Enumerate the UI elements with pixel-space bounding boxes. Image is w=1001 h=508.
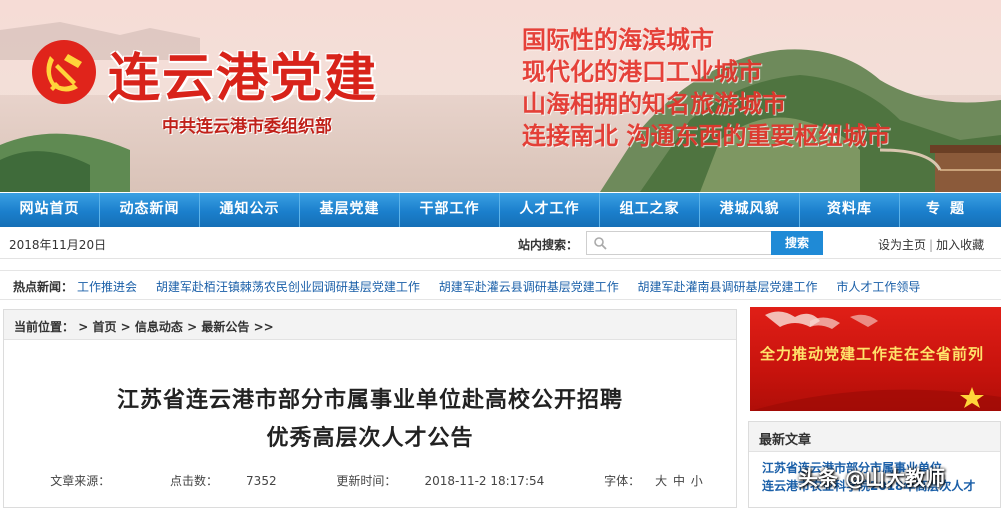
breadcrumb-end: >>: [253, 320, 274, 334]
watermark: 头条 @山大教师: [798, 466, 945, 490]
clicks-label: 点击数：: [170, 474, 219, 488]
breadcrumb: 当前位置： > 首页 > 信息动态 > 最新公告 >>: [4, 310, 736, 340]
search-input[interactable]: [611, 234, 767, 252]
hot-news-bar: 热点新闻： 工作推进会 胡建军赴栢汪镇棘荡农民创业园调研基层党建工作 胡建军赴灌…: [0, 270, 1001, 300]
hot-news-item[interactable]: 胡建军赴栢汪镇棘荡农民创业园调研基层党建工作: [156, 280, 420, 294]
article-panel: 当前位置： > 首页 > 信息动态 > 最新公告 >> 江苏省连云港市部分市属事…: [3, 309, 737, 508]
search-button[interactable]: 搜索: [771, 231, 823, 255]
article-meta: 文章来源： 点击数： 7352 更新时间： 2018-11-2 18:17:54 字…: [4, 472, 736, 489]
link-separator: |: [929, 238, 934, 252]
hot-news-item[interactable]: 胡建军赴灌南县调研基层党建工作: [638, 280, 818, 294]
current-date: 2018年11月20日: [9, 238, 107, 252]
slogan-line: 现代化的港口工业城市: [522, 58, 762, 86]
article-source: 文章来源：: [36, 474, 124, 488]
nav-item-cadre[interactable]: 干部工作: [400, 193, 500, 227]
hot-news-label: 热点新闻：: [13, 280, 74, 294]
font-size-large[interactable]: 大: [655, 474, 667, 488]
search-box[interactable]: [586, 231, 772, 255]
updated-value: 2018-11-2 18:17:54: [424, 474, 545, 488]
top-links: 设为主页 | 加入收藏: [878, 236, 984, 253]
nav-item-library[interactable]: 资料库: [800, 193, 900, 227]
slogan-line: 连接南北 沟通东西的重要枢纽城市: [522, 122, 891, 150]
breadcrumb-sep: >: [78, 320, 89, 334]
nav-item-city-scenery[interactable]: 港城风貌: [700, 193, 800, 227]
hot-news-item[interactable]: 市人才工作领导: [836, 280, 920, 294]
promo-text: 全力推动党建工作走在全省前列: [760, 345, 985, 363]
search-label: 站内搜索：: [518, 238, 579, 252]
main-nav: 网站首页 动态新闻 通知公示 基层党建 干部工作 人才工作 组工之家 港城风貌 …: [0, 193, 1001, 227]
hot-news-item[interactable]: 胡建军赴灌云县调研基层党建工作: [439, 280, 619, 294]
set-home-link[interactable]: 设为主页: [878, 238, 926, 252]
article-clicks: 点击数： 7352: [156, 474, 291, 488]
article-updated: 更新时间： 2018-11-2 18:17:54: [322, 474, 558, 488]
party-emblem-icon: [32, 40, 96, 104]
nav-item-news[interactable]: 动态新闻: [100, 193, 200, 227]
breadcrumb-sep: >: [120, 320, 131, 334]
add-favorite-link[interactable]: 加入收藏: [936, 238, 984, 252]
breadcrumb-prefix: 当前位置：: [14, 320, 75, 334]
site-subtitle: 中共连云港市委组织部: [162, 117, 332, 137]
nav-item-grassroots[interactable]: 基层党建: [300, 193, 400, 227]
nav-item-talent[interactable]: 人才工作: [500, 193, 600, 227]
article-title-line: 江苏省连云港市部分市属事业单位赴高校公开招聘: [116, 388, 623, 413]
font-size-small[interactable]: 小: [691, 474, 703, 488]
site-banner: 连云港党建 中共连云港市委组织部 国际性的海滨城市 现代化的港口工业城市 山海相…: [0, 0, 1001, 192]
promo-banner[interactable]: 全力推动党建工作走在全省前列: [750, 307, 1001, 411]
nav-item-topics[interactable]: 专题: [900, 193, 1000, 227]
source-label: 文章来源：: [50, 474, 111, 488]
slogan-line: 山海相拥的知名旅游城市: [522, 90, 786, 118]
info-bar: 2018年11月20日 站内搜索： 搜索 设为主页 | 加入收藏: [0, 229, 1001, 259]
font-size-medium[interactable]: 中: [673, 474, 685, 488]
breadcrumb-home[interactable]: 首页: [92, 320, 116, 334]
updated-label: 更新时间：: [336, 474, 397, 488]
breadcrumb-info[interactable]: 信息动态: [135, 320, 183, 334]
nav-item-notices[interactable]: 通知公示: [200, 193, 300, 227]
article-title-line: 优秀高层次人才公告: [266, 426, 474, 451]
nav-item-home[interactable]: 网站首页: [0, 193, 100, 227]
search-icon: [594, 237, 607, 250]
article-title: 江苏省连云港市部分市属事业单位赴高校公开招聘 优秀高层次人才公告: [4, 382, 736, 458]
nav-item-org-home[interactable]: 组工之家: [600, 193, 700, 227]
breadcrumb-latest[interactable]: 最新公告: [201, 320, 249, 334]
font-label: 字体：: [604, 474, 641, 488]
site-title: 连云港党建: [108, 49, 379, 109]
hot-news-item[interactable]: 工作推进会: [77, 280, 137, 294]
font-size-control: 字体： 大 中 小: [590, 474, 704, 488]
clicks-value: 7352: [246, 474, 277, 488]
breadcrumb-sep: >: [187, 320, 198, 334]
banner-slogans: 国际性的海滨城市 现代化的港口工业城市 山海相拥的知名旅游城市 连接南北 沟通东…: [522, 24, 890, 152]
latest-articles-header: 最新文章: [749, 422, 1000, 452]
slogan-line: 国际性的海滨城市: [522, 26, 714, 54]
hot-news-ticker: 工作推进会 胡建军赴栢汪镇棘荡农民创业园调研基层党建工作 胡建军赴灌云县调研基层…: [77, 278, 977, 295]
